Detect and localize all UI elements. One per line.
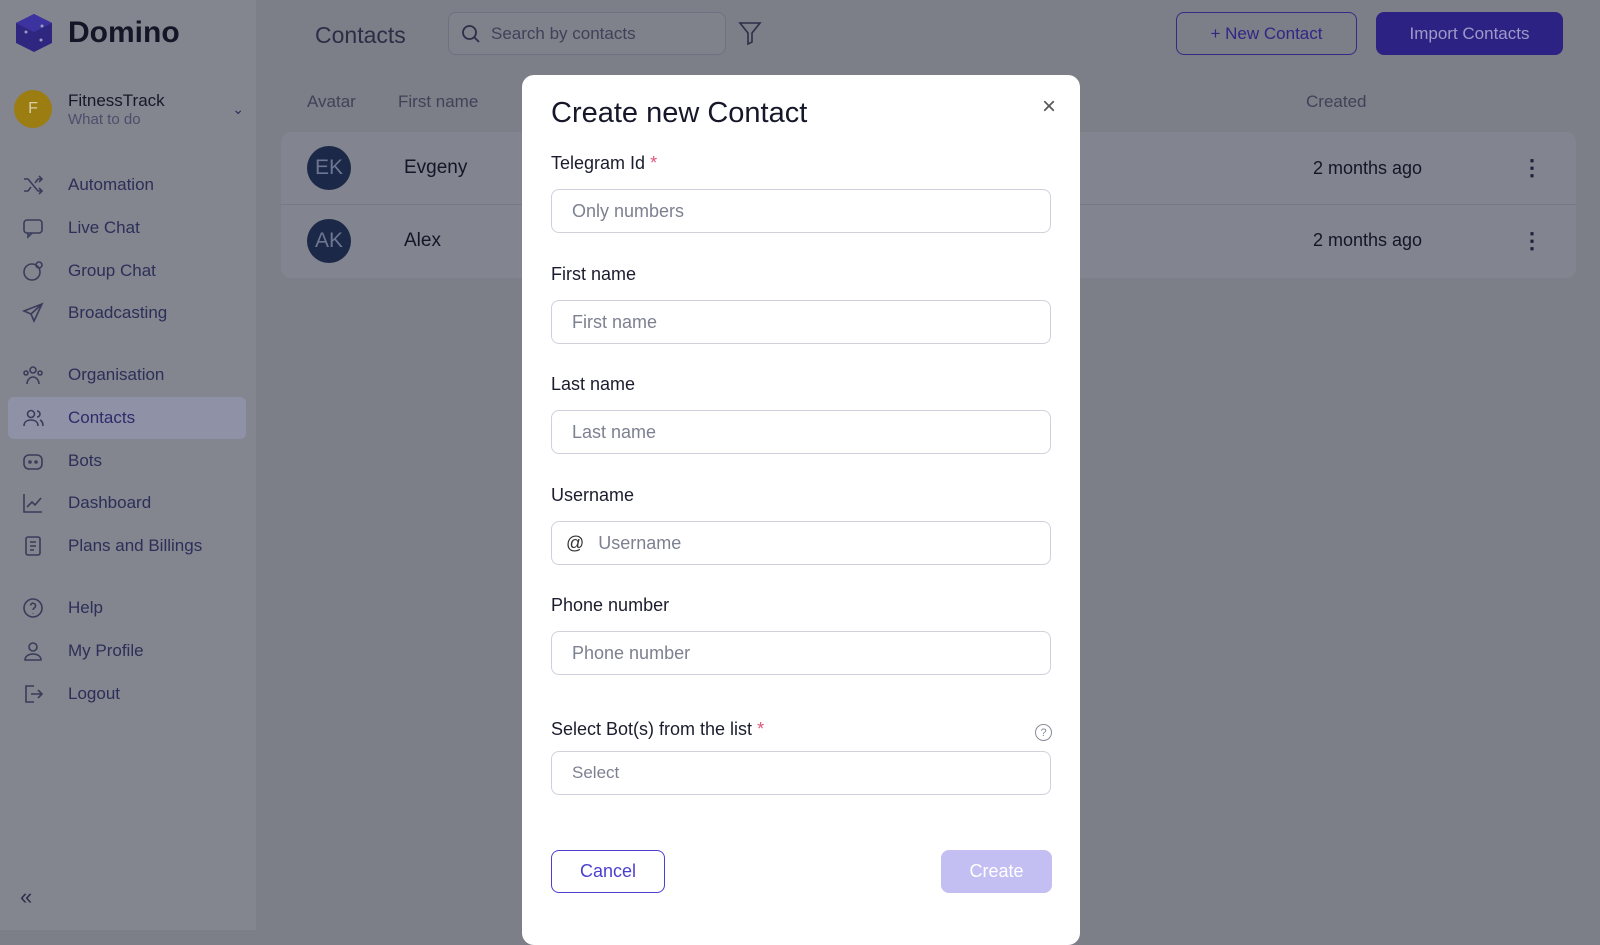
send-icon xyxy=(22,302,44,323)
sidebar-item-label: Contacts xyxy=(68,408,136,427)
sidebar-item-label: Broadcasting xyxy=(68,303,168,322)
column-header-first-name[interactable]: First name xyxy=(398,92,478,112)
first-name-input[interactable] xyxy=(572,311,1050,333)
bot-icon xyxy=(23,454,43,470)
sidebar-item-my-profile[interactable]: My Profile xyxy=(8,630,246,672)
new-contact-button[interactable]: + New Contact xyxy=(1176,12,1357,55)
phone-number-label: Phone number xyxy=(551,595,670,615)
sidebar-item-label: Organisation xyxy=(68,365,165,384)
username-field[interactable]: @ xyxy=(551,521,1051,565)
sidebar-item-dashboard[interactable]: Dashboard xyxy=(8,482,246,524)
contacts-icon xyxy=(23,409,44,427)
sidebar-item-live-chat[interactable]: Live Chat xyxy=(8,207,246,249)
created: 2 months ago xyxy=(1313,230,1423,250)
last-name-input[interactable] xyxy=(572,421,1050,443)
at-prefix: @ xyxy=(566,532,585,553)
telegram-id-field[interactable]: Only numbers xyxy=(551,189,1051,233)
bots-select[interactable]: Select xyxy=(551,751,1051,795)
help-icon xyxy=(23,598,43,618)
telegram-id-label-text: Telegram Id xyxy=(551,153,646,173)
search-icon xyxy=(462,24,480,43)
help-icon[interactable]: ? xyxy=(1035,724,1052,741)
brand-name: Domino xyxy=(68,16,180,49)
modal-title: Create new Contact xyxy=(551,97,808,129)
sidebar-item-automation[interactable]: Automation xyxy=(8,164,246,206)
first-name: Evgeny xyxy=(404,157,468,178)
search-input[interactable] xyxy=(491,23,711,44)
last-name-label: Last name xyxy=(551,374,636,394)
cancel-button[interactable]: Cancel xyxy=(551,850,665,893)
phone-number-input[interactable] xyxy=(572,642,1050,664)
bots-label: Select Bot(s) from the list * xyxy=(551,719,764,740)
sidebar-item-label: Live Chat xyxy=(68,218,140,237)
chart-icon xyxy=(23,494,42,513)
phone-number-field[interactable] xyxy=(551,631,1051,675)
organisation-icon xyxy=(23,366,43,385)
logo[interactable]: Domino xyxy=(14,12,180,54)
logout-icon xyxy=(25,685,44,703)
sidebar-item-bots[interactable]: Bots xyxy=(8,440,246,482)
search-box[interactable] xyxy=(448,12,726,55)
filter-icon[interactable] xyxy=(738,20,762,46)
sidebar-item-help[interactable]: Help xyxy=(8,587,246,629)
sidebar-item-plans-and-billings[interactable]: Plans and Billings xyxy=(8,525,246,567)
group-chat-icon xyxy=(23,261,43,281)
required-mark: * xyxy=(757,719,765,739)
import-contacts-button[interactable]: Import Contacts xyxy=(1376,12,1563,55)
sidebar-item-label: Automation xyxy=(68,175,154,194)
sidebar-item-label: Plans and Billings xyxy=(68,536,203,555)
username-input[interactable] xyxy=(598,532,1050,554)
sidebar-item-organisation[interactable]: Organisation xyxy=(8,354,246,396)
create-contact-modal: Create new Contact × Telegram Id * Only … xyxy=(522,75,1080,945)
sidebar-item-label: Logout xyxy=(68,684,120,703)
billing-icon xyxy=(25,536,41,556)
required-mark: * xyxy=(650,153,658,173)
workspace-avatar: F xyxy=(14,90,52,128)
collapse-sidebar-button[interactable]: « xyxy=(20,884,32,910)
create-button[interactable]: Create xyxy=(941,850,1052,893)
column-header-created[interactable]: Created xyxy=(1306,92,1366,112)
workspace-name: FitnessTrack xyxy=(68,90,165,110)
page-title: Contacts xyxy=(315,22,406,48)
sidebar-item-label: Bots xyxy=(68,451,103,470)
avatar: AK xyxy=(307,218,351,263)
shuffle-icon xyxy=(24,175,44,195)
bots-select-placeholder: Select xyxy=(572,763,620,782)
sidebar: Domino F FitnessTrack What to do ⌄ Automa… xyxy=(0,0,256,930)
telegram-id-input[interactable] xyxy=(552,190,1050,232)
sidebar-item-contacts[interactable]: Contacts xyxy=(8,397,246,439)
last-name-field[interactable] xyxy=(551,410,1051,454)
sidebar-item-group-chat[interactable]: Group Chat xyxy=(8,250,246,292)
chevron-down-icon: ⌄ xyxy=(232,100,244,117)
username-label: Username xyxy=(551,485,635,505)
workspace-switcher[interactable]: F FitnessTrack What to do ⌄ xyxy=(14,90,244,128)
more-options-icon[interactable]: ⋮ xyxy=(1521,155,1543,181)
close-icon[interactable]: × xyxy=(1042,93,1056,121)
sidebar-item-logout[interactable]: Logout xyxy=(8,673,246,715)
column-header-avatar[interactable]: Avatar xyxy=(307,92,356,112)
chat-icon xyxy=(23,219,43,239)
avatar: EK xyxy=(307,146,351,190)
sidebar-item-label: Dashboard xyxy=(68,493,152,512)
sidebar-item-broadcasting[interactable]: Broadcasting xyxy=(8,292,246,334)
domino-logo-icon xyxy=(16,14,52,52)
first-name-field[interactable] xyxy=(551,300,1051,344)
first-name: Alex xyxy=(404,229,441,251)
user-icon xyxy=(24,642,42,661)
first-name-label: First name xyxy=(551,264,637,284)
created: 2 months ago xyxy=(1313,157,1423,178)
sidebar-item-label: My Profile xyxy=(68,641,144,660)
bots-label-text: Select Bot(s) from the list xyxy=(551,719,753,739)
telegram-id-label: Telegram Id * xyxy=(551,153,657,174)
sidebar-item-label: Group Chat xyxy=(68,261,156,280)
sidebar-item-label: Help xyxy=(68,598,103,617)
workspace-subtitle: What to do xyxy=(68,110,141,128)
more-options-icon[interactable]: ⋮ xyxy=(1521,228,1543,254)
